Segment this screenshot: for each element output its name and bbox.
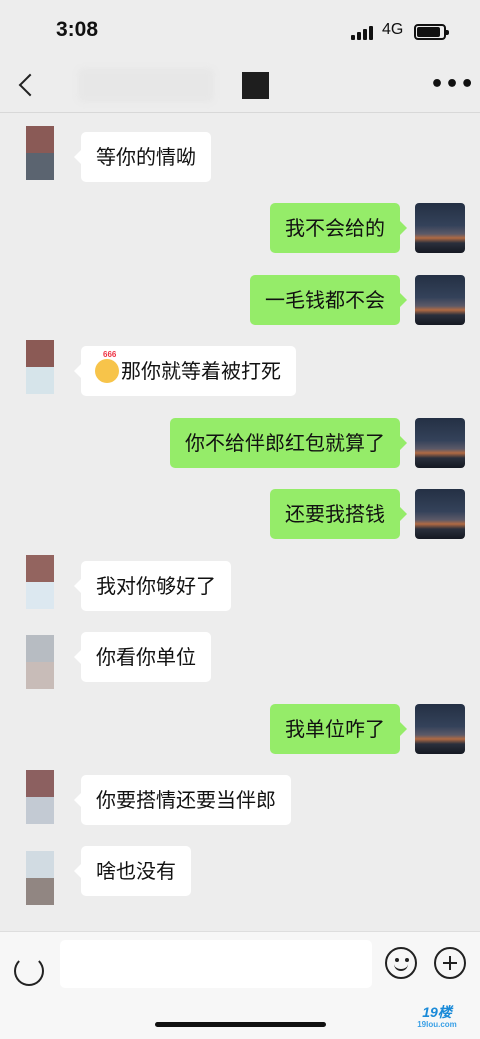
message-text: 等你的情呦	[96, 145, 196, 169]
message-bubble-outgoing[interactable]: 一毛钱都不会	[250, 275, 407, 325]
header-divider	[0, 112, 480, 113]
my-avatar[interactable]	[415, 275, 465, 325]
chat-title-redacted	[78, 68, 214, 102]
contact-avatar[interactable]	[26, 340, 54, 394]
message-text: 我不会给的	[285, 216, 385, 240]
home-indicator[interactable]	[155, 1022, 326, 1027]
message-text: 你看你单位	[96, 645, 196, 669]
contact-avatar[interactable]	[26, 770, 54, 824]
contact-avatar[interactable]	[26, 851, 54, 905]
my-avatar[interactable]	[415, 704, 465, 754]
signal-icon	[351, 26, 373, 40]
message-bubble-outgoing[interactable]: 还要我搭钱	[270, 489, 407, 539]
message-text: 啥也没有	[96, 859, 176, 883]
message-text: 我对你够好了	[96, 574, 216, 598]
status-bar: 3:08 4G	[0, 0, 480, 62]
input-bar: 19楼 19lou.com	[0, 931, 480, 1039]
status-time: 3:08	[56, 18, 99, 41]
message-text: 那你就等着被打死	[121, 359, 281, 383]
message-bubble-incoming[interactable]: 你要搭情还要当伴郎	[74, 775, 291, 825]
contact-avatar[interactable]	[26, 555, 54, 609]
message-text: 你不给伴郎红包就算了	[185, 431, 385, 455]
plus-icon[interactable]	[434, 947, 466, 979]
message-bubble-outgoing[interactable]: 我单位咋了	[270, 704, 407, 754]
contact-avatar[interactable]	[26, 635, 54, 689]
battery-icon	[414, 24, 449, 40]
contact-avatar[interactable]	[26, 126, 54, 180]
thinking-666-emoji-icon	[95, 351, 119, 383]
message-bubble-incoming[interactable]: 那你就等着被打死	[74, 346, 296, 396]
message-text: 你要搭情还要当伴郎	[96, 788, 276, 812]
more-options-button[interactable]: •••	[430, 72, 474, 98]
my-avatar[interactable]	[415, 203, 465, 253]
message-bubble-outgoing[interactable]: 我不会给的	[270, 203, 407, 253]
voice-icon[interactable]	[14, 956, 44, 986]
message-input[interactable]	[60, 940, 372, 988]
watermark-logo: 19楼 19lou.com	[417, 1004, 457, 1029]
emoji-icon[interactable]	[385, 947, 417, 979]
message-bubble-incoming[interactable]: 啥也没有	[74, 846, 191, 896]
my-avatar[interactable]	[415, 418, 465, 468]
message-text: 一毛钱都不会	[265, 288, 385, 312]
chevron-left-icon[interactable]	[14, 70, 42, 100]
message-bubble-incoming[interactable]: 我对你够好了	[74, 561, 231, 611]
chat-title-mask	[242, 72, 269, 99]
message-text: 我单位咋了	[285, 717, 385, 741]
message-bubble-incoming[interactable]: 你看你单位	[74, 632, 211, 682]
message-bubble-incoming[interactable]: 等你的情呦	[74, 132, 211, 182]
message-bubble-outgoing[interactable]: 你不给伴郎红包就算了	[170, 418, 407, 468]
message-text: 还要我搭钱	[285, 502, 385, 526]
my-avatar[interactable]	[415, 489, 465, 539]
chat-header: •••	[0, 62, 480, 112]
network-type: 4G	[382, 21, 404, 38]
